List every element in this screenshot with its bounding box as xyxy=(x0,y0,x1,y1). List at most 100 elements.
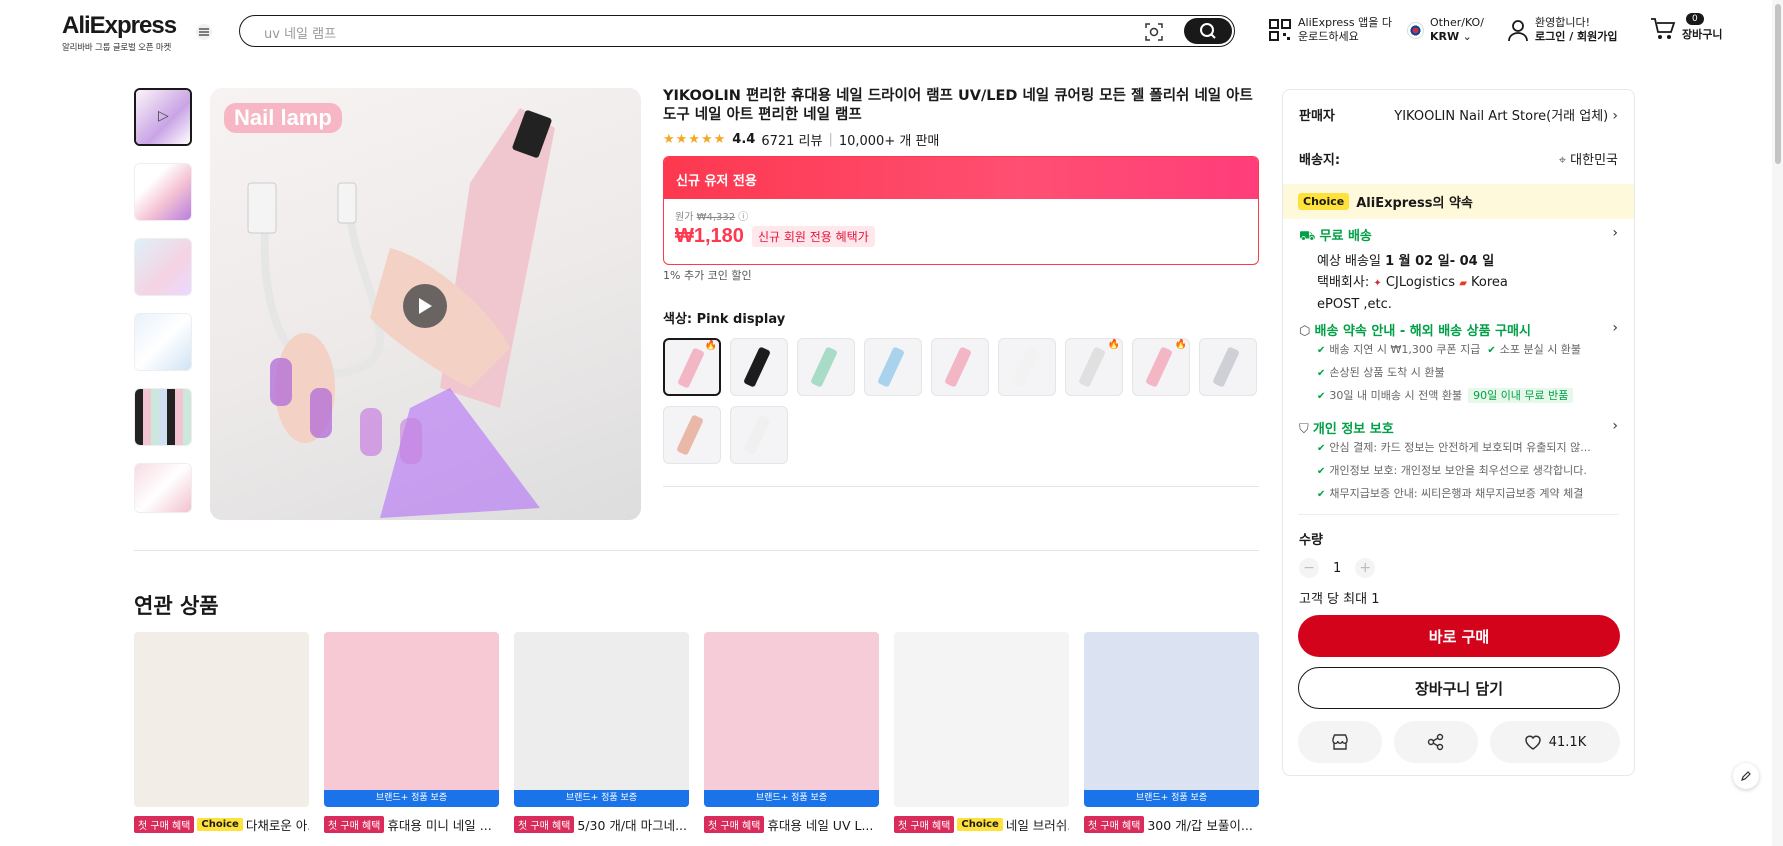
store-button[interactable] xyxy=(1298,721,1382,763)
thumbnail-video[interactable]: ▷ xyxy=(134,88,192,146)
login-signup-link[interactable]: 로그인 / 회원가입 xyxy=(1535,30,1618,43)
related-product-card[interactable]: 첫 구매 혜택Choice다채로운 아... xyxy=(134,632,309,834)
color-swatch[interactable] xyxy=(931,338,989,396)
related-product-name: 네일 브러쉬... xyxy=(1005,818,1069,833)
related-product-name-row: 첫 구매 혜택 300 개/갑 보풀이... xyxy=(1084,815,1259,834)
color-swatch[interactable] xyxy=(864,338,922,396)
color-swatch[interactable]: 🔥 xyxy=(1065,338,1123,396)
rating-value: 4.4 xyxy=(732,132,756,147)
color-swatch[interactable] xyxy=(1199,338,1257,396)
free-shipping-section[interactable]: ⛟ 무료 배송 › 예상 배송일 1 월 02 일- 04 일 택배회사: ✦ … xyxy=(1299,225,1618,315)
play-video-button[interactable] xyxy=(403,284,447,328)
shield-box-icon: ⬡ xyxy=(1299,324,1311,339)
korea-flag-icon: ✦ xyxy=(1373,278,1382,289)
heart-icon xyxy=(1524,735,1541,750)
check-icon: ✔ xyxy=(1317,345,1326,356)
app-download-link[interactable]: AliExpress 앱을 다 운로드하세요 xyxy=(1268,16,1392,44)
thumbnail-image[interactable] xyxy=(134,463,192,513)
seller-name: YIKOOLIN Nail Art Store(거래 업체) xyxy=(1394,109,1609,124)
thumbnail-image[interactable] xyxy=(134,238,192,296)
quantity-stepper[interactable]: − 1 + xyxy=(1299,558,1618,578)
swatch-product-image xyxy=(676,414,704,456)
ship-to-row[interactable]: 배송지: ⌖ 대한민국 xyxy=(1299,149,1618,168)
chevron-right-icon: › xyxy=(1612,225,1618,241)
related-product-name: 300 개/갑 보풀이... xyxy=(1147,818,1253,833)
share-button[interactable] xyxy=(1394,721,1478,763)
cart-link[interactable]: 0 장바구니 xyxy=(1650,13,1722,42)
search-bar[interactable]: uv 네일 램프 xyxy=(239,15,1235,47)
new-member-badge: 신규 회원 전용 혜택가 xyxy=(751,226,875,247)
increase-qty-button[interactable]: + xyxy=(1355,558,1376,578)
per-customer-limit: 고객 당 최대 1 xyxy=(1299,592,1380,607)
review-count[interactable]: 6721 리뷰 xyxy=(761,130,822,149)
thumbnail-image[interactable] xyxy=(134,163,192,221)
related-product-name: 휴대용 네일 UV L... xyxy=(767,818,874,833)
orig-label: 원가 xyxy=(675,212,694,223)
related-product-image[interactable]: 브랜드+ 정품 보증 xyxy=(514,632,689,807)
color-swatch[interactable] xyxy=(730,338,788,396)
chevron-down-icon: ⌄ xyxy=(1462,30,1472,43)
region-selector[interactable]: Other/KO/KRW ⌄ xyxy=(1407,16,1484,44)
scrollbar-thumb[interactable] xyxy=(1775,4,1781,164)
main-product-image[interactable]: Nail lamp xyxy=(210,88,641,520)
current-price: ₩1,180 xyxy=(675,225,744,247)
search-button[interactable] xyxy=(1184,18,1232,44)
delivery-promise-section[interactable]: ⬡ 배송 약속 안내 - 해외 배송 상품 구매시 › ✔ 배송 지연 시 ₩1,… xyxy=(1299,320,1618,408)
related-product-name: 다채로운 아... xyxy=(245,818,309,833)
chevron-right-icon: › xyxy=(1612,108,1618,124)
first-purchase-tag: 첫 구매 혜택 xyxy=(704,816,765,833)
related-product-card[interactable]: 브랜드+ 정품 보증 첫 구매 혜택 휴대용 미니 네일 ... xyxy=(324,632,499,834)
search-input[interactable]: uv 네일 램프 xyxy=(264,23,336,42)
search-icon xyxy=(1200,23,1216,39)
privacy-section[interactable]: ⛉ 개인 정보 보호 › ✔ 안심 결제: 카드 정보는 안전하게 보호되며 유출… xyxy=(1299,418,1618,506)
color-swatch[interactable] xyxy=(998,338,1056,396)
related-products: 첫 구매 혜택Choice다채로운 아...브랜드+ 정품 보증첫 구매 혜택휴… xyxy=(134,632,1259,834)
related-product-name-row: 첫 구매 혜택Choice네일 브러쉬... xyxy=(894,815,1069,834)
color-swatch[interactable]: 🔥 xyxy=(1132,338,1190,396)
promise-item: 30일 내 미배송 시 전액 환불 xyxy=(1329,389,1463,402)
swatch-product-image xyxy=(1145,346,1173,388)
related-product-image[interactable]: 브랜드+ 정품 보증 xyxy=(704,632,879,807)
swatch-product-image xyxy=(944,346,972,388)
related-product-card[interactable]: 브랜드+ 정품 보증 첫 구매 혜택 5/30 개/대 마그네... xyxy=(514,632,689,834)
related-product-image[interactable]: 브랜드+ 정품 보증 xyxy=(1084,632,1259,807)
info-icon[interactable]: ⓘ xyxy=(738,212,748,223)
color-swatch[interactable]: 🔥 xyxy=(663,338,721,396)
choice-promise-text: AliExpress의 약속 xyxy=(1356,196,1473,211)
color-swatch[interactable] xyxy=(663,406,721,464)
thumbnail-list: ▷ xyxy=(134,88,195,530)
color-swatches: 🔥 🔥 🔥 xyxy=(663,338,1263,464)
swatch-product-image xyxy=(743,414,771,456)
swatch-product-image xyxy=(743,346,771,388)
divider xyxy=(1298,514,1619,515)
thumbnail-image[interactable] xyxy=(134,388,192,446)
quantity-value[interactable]: 1 xyxy=(1333,561,1341,576)
feedback-edit-button[interactable] xyxy=(1733,763,1759,789)
chevron-right-icon: › xyxy=(1612,418,1618,434)
image-search-icon[interactable] xyxy=(1144,22,1164,42)
hot-flame-icon: 🔥 xyxy=(704,340,717,351)
page-scrollbar[interactable] xyxy=(1772,0,1783,846)
related-product-card[interactable]: 브랜드+ 정품 보증첫 구매 혜택 휴대용 네일 UV L... xyxy=(704,632,879,834)
decrease-qty-button[interactable]: − xyxy=(1299,558,1319,578)
related-product-name: 휴대용 미니 네일 ... xyxy=(387,818,492,833)
related-product-image[interactable] xyxy=(134,632,309,807)
location-pin-icon: ⌖ xyxy=(1558,153,1567,168)
category-menu-button[interactable] xyxy=(196,24,212,40)
related-product-card[interactable]: 첫 구매 혜택Choice네일 브러쉬... xyxy=(894,632,1069,834)
wishlist-button[interactable]: 41.1K xyxy=(1490,721,1620,763)
thumbnail-image[interactable] xyxy=(134,313,192,371)
color-swatch[interactable] xyxy=(797,338,855,396)
seller-row[interactable]: 판매자 YIKOOLIN Nail Art Store(거래 업체) › xyxy=(1299,105,1618,124)
aliexpress-logo[interactable]: AliExpress 알리바바 그룹 글로벌 오픈 마켓 xyxy=(62,12,177,53)
original-price-row: 원가 ₩4,332 ⓘ xyxy=(675,208,1247,223)
buy-now-button[interactable]: 바로 구매 xyxy=(1298,615,1620,657)
free-shipping-label: 무료 배송 xyxy=(1319,229,1372,244)
account-menu[interactable]: 환영합니다! 로그인 / 회원가입 xyxy=(1507,16,1618,44)
add-to-cart-button[interactable]: 장바구니 담기 xyxy=(1298,667,1620,709)
related-product-image[interactable] xyxy=(894,632,1069,807)
swatch-product-image xyxy=(877,346,905,388)
related-product-image[interactable]: 브랜드+ 정품 보증 xyxy=(324,632,499,807)
related-product-card[interactable]: 브랜드+ 정품 보증첫 구매 혜택 300 개/갑 보풀이... xyxy=(1084,632,1259,834)
color-swatch[interactable] xyxy=(730,406,788,464)
